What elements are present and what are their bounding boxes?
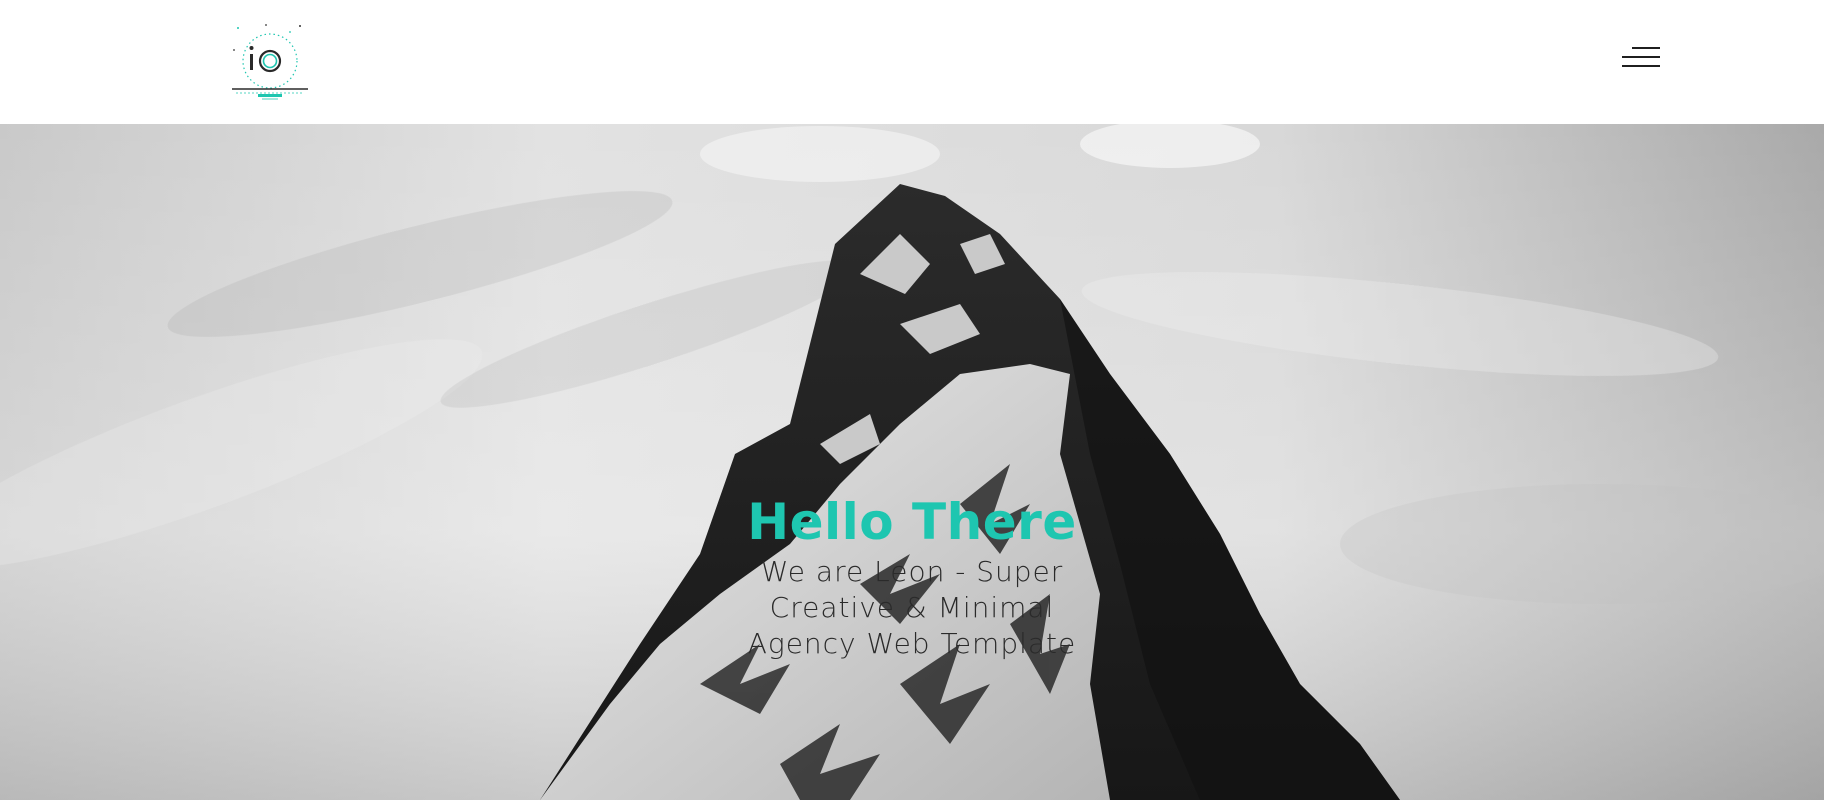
hero-section: Hello There We are Leon - Super Creative… — [0, 124, 1824, 800]
menu-line — [1622, 65, 1660, 67]
hero-subtitle: We are Leon - Super Creative & Minimal A… — [747, 555, 1077, 660]
menu-line — [1622, 56, 1660, 58]
site-header — [0, 0, 1824, 124]
logo[interactable] — [230, 22, 310, 100]
logo-icon — [232, 24, 308, 100]
hero-title: Hello There — [747, 493, 1077, 551]
hero-text: Hello There We are Leon - Super Creative… — [0, 494, 1824, 662]
hamburger-menu-icon[interactable] — [1618, 44, 1660, 72]
hero-background-image — [0, 124, 1824, 800]
menu-line — [1632, 47, 1660, 49]
